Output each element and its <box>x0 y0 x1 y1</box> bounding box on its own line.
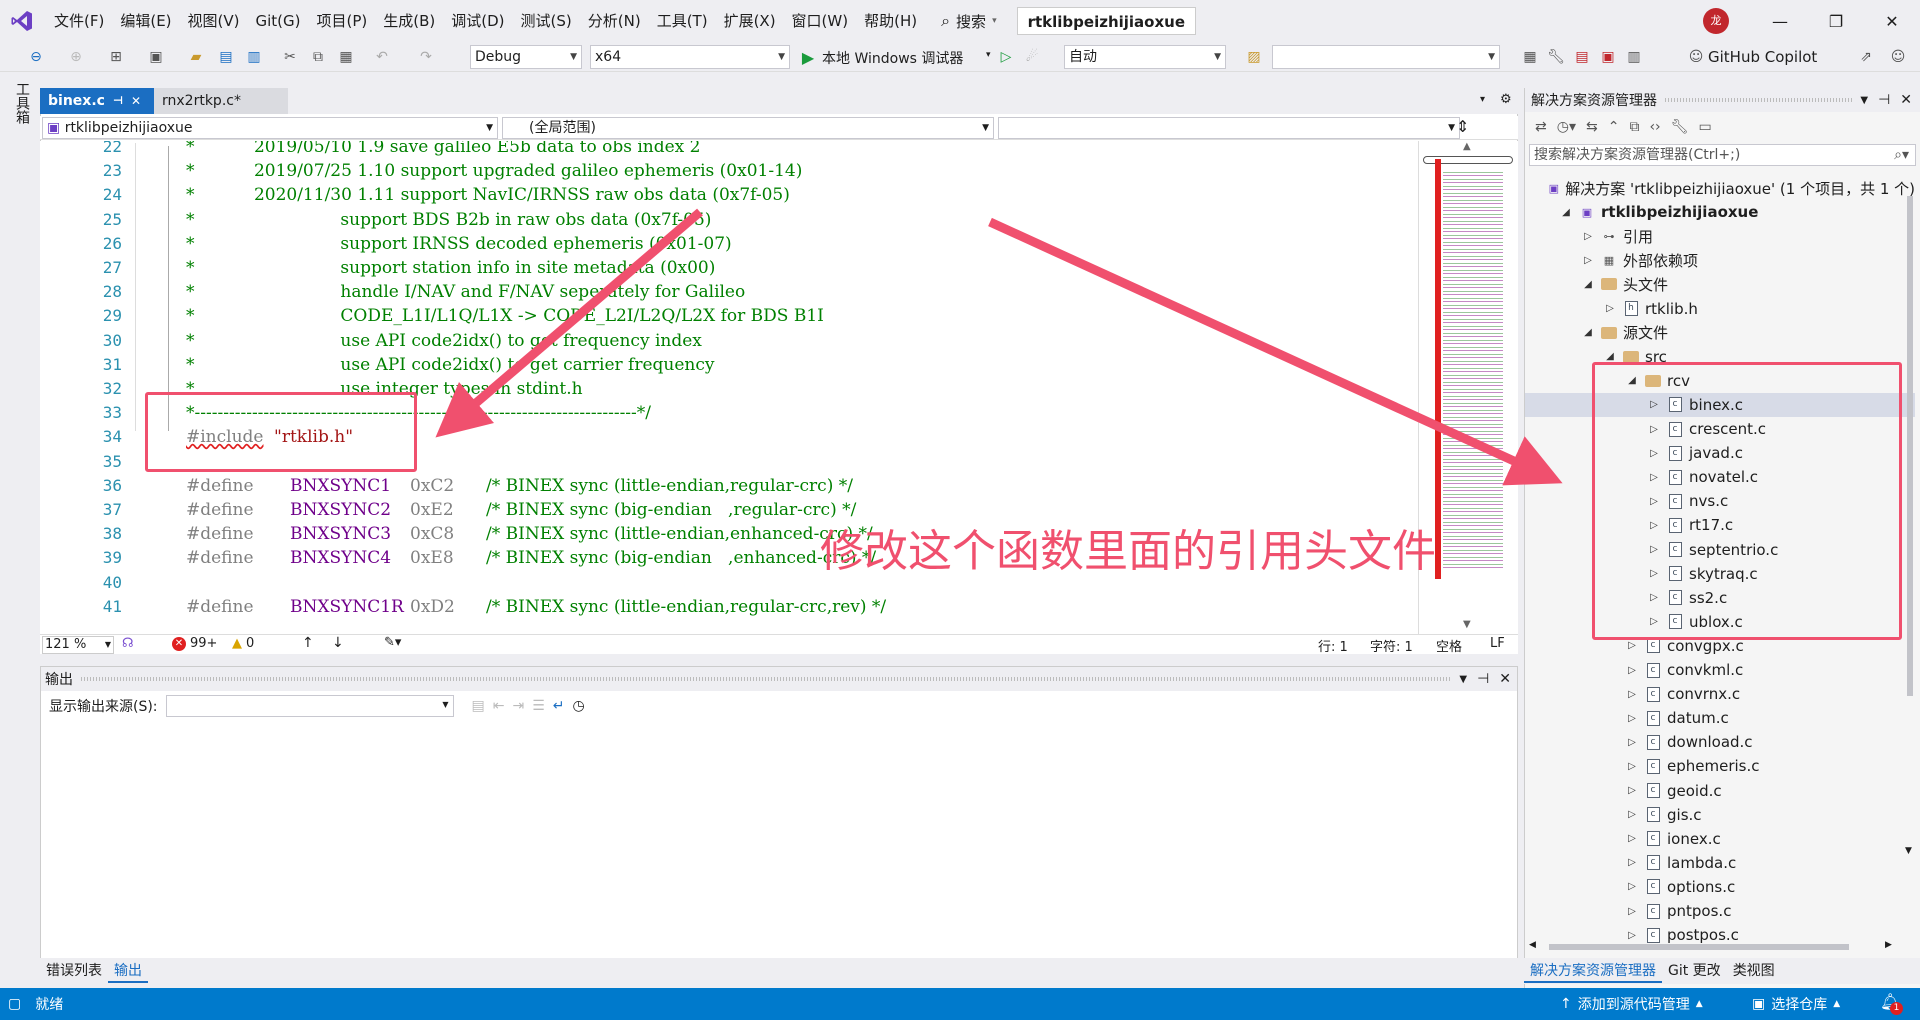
arrow-to-include <box>435 208 703 438</box>
annotation-caption: 修改这个函数里面的引用头文件 <box>820 526 1436 577</box>
annotation-arrows <box>435 208 1563 486</box>
arrow-to-rcv <box>988 217 1563 486</box>
